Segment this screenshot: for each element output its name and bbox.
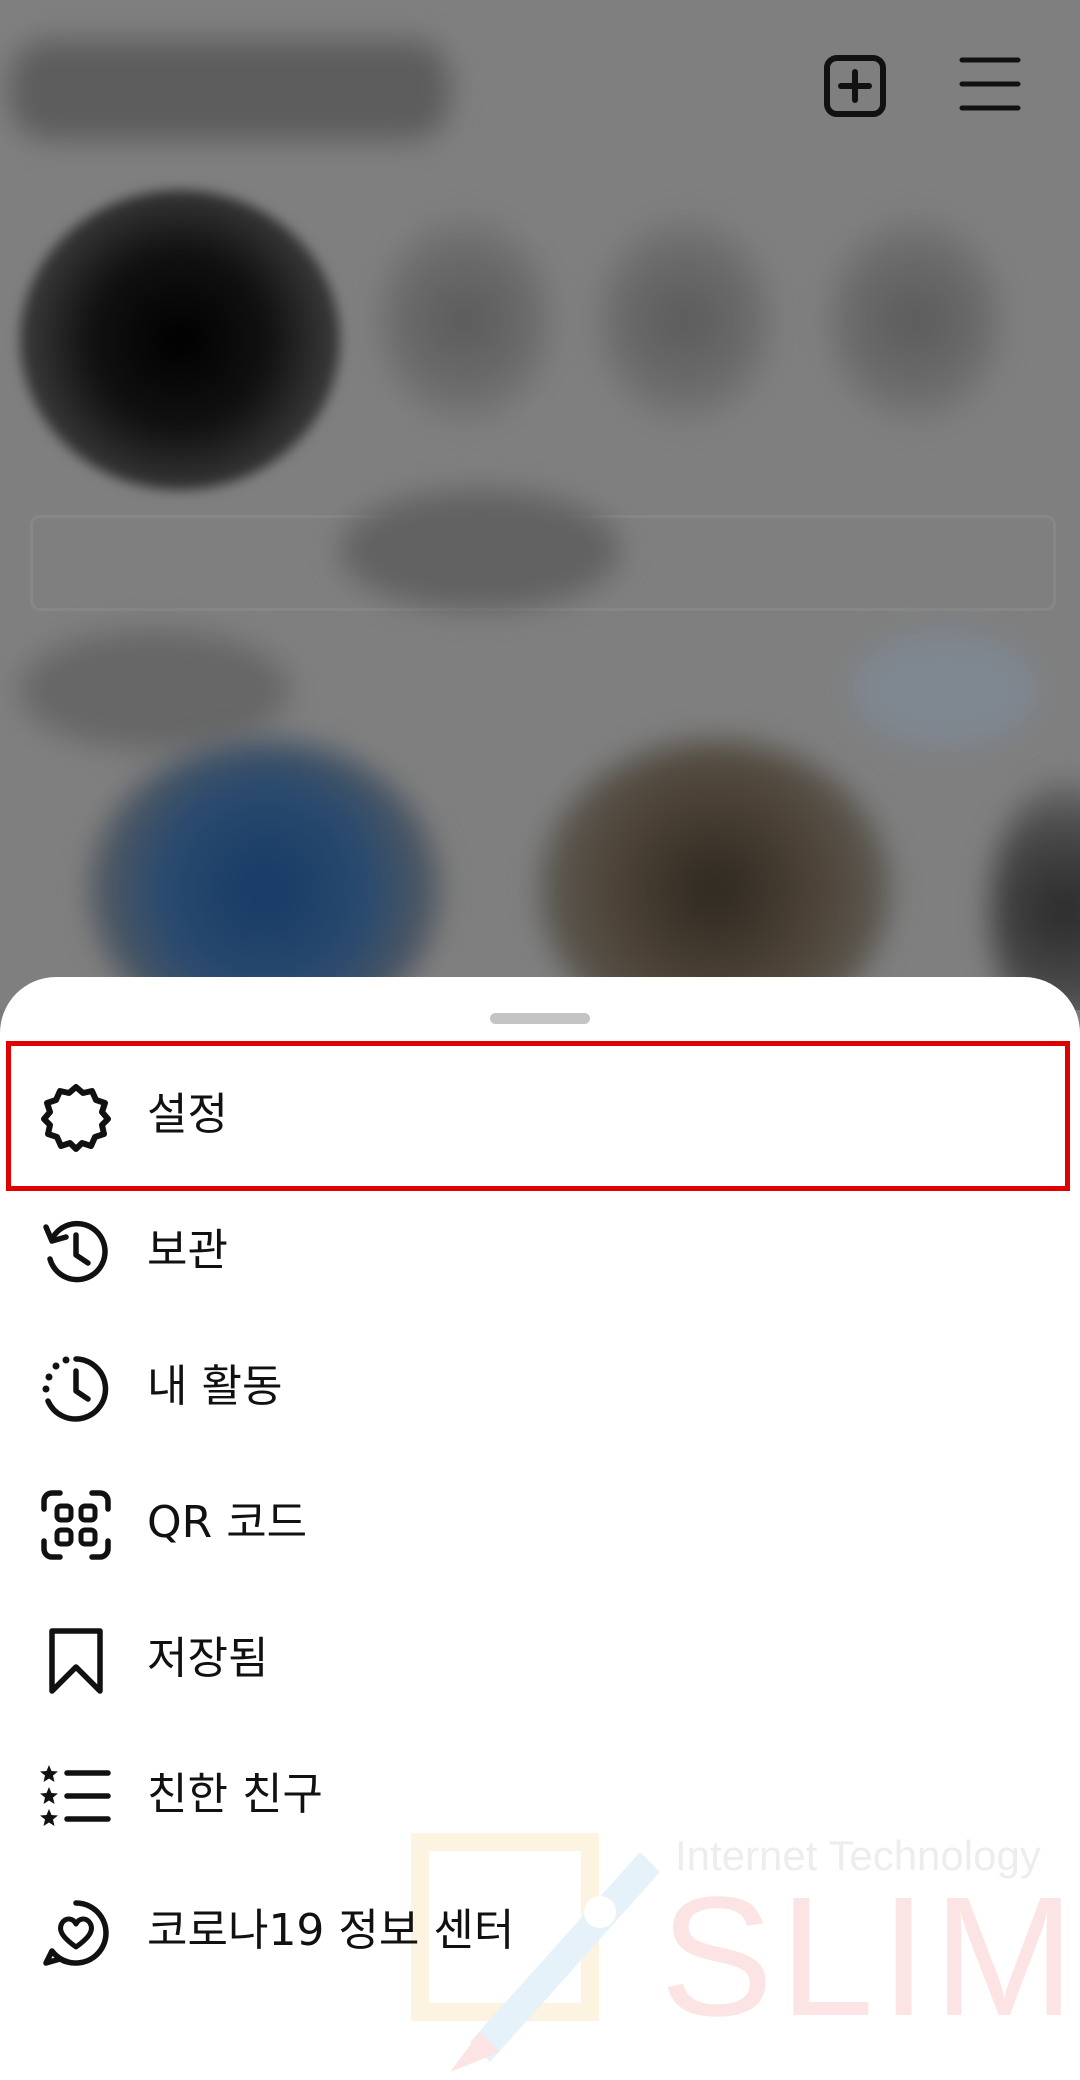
menu-item-your-activity[interactable]: 내 활동 bbox=[0, 1319, 1080, 1455]
menu-label-covid-center: 코로나19 정보 센터 bbox=[147, 1905, 515, 1956]
blurred-bio-line bbox=[850, 630, 1040, 750]
blurred-posts-count bbox=[380, 220, 550, 420]
blurred-username bbox=[10, 40, 450, 140]
menu-item-saved[interactable]: 저장됨 bbox=[0, 1591, 1080, 1727]
menu-item-qr-code[interactable]: QR 코드 bbox=[0, 1455, 1080, 1591]
menu-item-archive[interactable]: 보관 bbox=[0, 1183, 1080, 1319]
dimmed-profile-background[interactable] bbox=[0, 0, 1080, 1010]
menu-label-settings: 설정 bbox=[147, 1089, 228, 1140]
history-icon bbox=[43, 1220, 108, 1283]
blurred-avatar bbox=[20, 190, 340, 490]
star-list-icon bbox=[40, 1765, 111, 1826]
menu-label-close-friends: 친한 친구 bbox=[147, 1769, 323, 1820]
menu-label-your-activity: 내 활동 bbox=[147, 1361, 283, 1412]
activity-clock-icon bbox=[42, 1356, 109, 1422]
heart-chat-icon bbox=[43, 1900, 109, 1966]
menu-item-close-friends[interactable]: 친한 친구 bbox=[0, 1727, 1080, 1863]
screen: Internet Technology SLIM 설정 보관 내 활동 QR 코… bbox=[0, 0, 1080, 2080]
blurred-bio-line bbox=[20, 630, 290, 750]
blurred-bio-line bbox=[340, 490, 620, 610]
blurred-following-count bbox=[830, 220, 1000, 420]
blurred-followers-count bbox=[600, 220, 770, 420]
blurred-story-highlight bbox=[990, 780, 1080, 1010]
bottom-sheet-menu: Internet Technology SLIM 설정 보관 내 활동 QR 코… bbox=[0, 977, 1080, 2080]
menu-label-qr-code: QR 코드 bbox=[147, 1497, 308, 1548]
hamburger-menu-icon[interactable] bbox=[940, 52, 1040, 152]
blurred-story-highlight bbox=[90, 740, 440, 1010]
menu-label-archive: 보관 bbox=[147, 1225, 228, 1276]
gear-icon bbox=[41, 1084, 111, 1152]
bookmark-icon bbox=[49, 1628, 103, 1694]
plus-square-icon[interactable] bbox=[805, 52, 905, 152]
qr-scan-icon bbox=[41, 1490, 111, 1560]
menu-item-settings[interactable]: 설정 bbox=[0, 1047, 1080, 1183]
menu-item-covid-center[interactable]: 코로나19 정보 센터 bbox=[0, 1863, 1080, 1999]
drag-handle[interactable] bbox=[490, 1013, 590, 1024]
menu-label-saved: 저장됨 bbox=[147, 1633, 269, 1684]
blurred-story-highlight bbox=[540, 740, 890, 1010]
